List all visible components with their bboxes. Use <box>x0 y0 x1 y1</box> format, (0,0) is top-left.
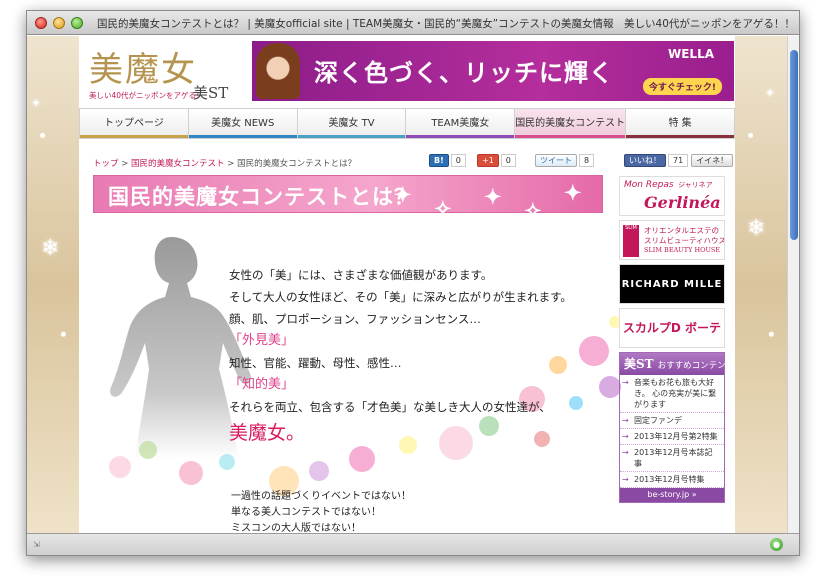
recommended-footer-link[interactable]: be-story.jp » <box>620 488 724 502</box>
recommended-title: おすすめコンテンツ <box>657 361 735 371</box>
statement-line: ミスコンの大人版ではない！ <box>231 523 361 533</box>
mixi-check-button[interactable]: イイネ！ <box>691 153 734 167</box>
sparkle-icon: ✦ <box>394 182 413 207</box>
page-title: 国民的美魔女コンテストとは？ <box>108 184 416 209</box>
status-indicator-icon[interactable]: ● <box>770 538 783 551</box>
google-plus-button[interactable]: +1 <box>477 153 499 167</box>
sparkle-icon: ✦ <box>31 96 42 110</box>
site-logo[interactable]: 美魔女 美しい40代がニッポンをアゲる！ 美ST <box>89 42 239 112</box>
nav-item-news[interactable]: 美魔女 NEWS <box>187 108 297 139</box>
facebook-like-button[interactable]: いいね！ <box>624 153 666 167</box>
minimize-window-button[interactable] <box>53 17 65 29</box>
recommended-item[interactable]: 2013年12月号本誌記事 <box>620 445 724 472</box>
breadcrumb: トップ > 国民的美魔女コンテスト > 国民的美魔女コンテストとは？ <box>93 157 356 169</box>
nav-item-team[interactable]: TEAM美魔女 <box>405 108 515 139</box>
right-decoration: ❄ ✦ <box>735 36 787 533</box>
recommended-logo: 美ST <box>624 357 654 371</box>
nav-item-top[interactable]: トップページ <box>79 108 188 139</box>
breadcrumb-separator: > <box>224 159 238 169</box>
recommended-item[interactable]: 固定ファンデ <box>620 413 724 429</box>
hatena-bookmark-button[interactable]: B! <box>429 153 449 167</box>
logo-tagline: 美しい40代がニッポンをアゲる！ <box>89 91 204 100</box>
intro-highlight: 「外見美」 <box>229 333 295 348</box>
breadcrumb-section[interactable]: 国民的美魔女コンテスト <box>131 159 225 169</box>
window-title: 国民的美魔女コンテストとは？ | 美魔女official site | TEAM… <box>97 18 791 30</box>
breadcrumb-home[interactable]: トップ <box>93 159 119 169</box>
page-title-banner: 国民的美魔女コンテストとは？ ✦ ✧ ✦ ✧ ✦ <box>93 175 603 223</box>
page-content: 美魔女 美しい40代がニッポンをアゲる！ 美ST 深く色づく、リッチに輝く WE… <box>79 36 735 533</box>
page-viewport: ❄ ✦ ❄ ✦ 美魔女 美しい40代がニッポンをアゲる！ 美ST 深く色づく、リ… <box>27 36 799 533</box>
intro-highlight: 「知的美」 <box>229 377 295 392</box>
zoom-window-button[interactable] <box>71 17 83 29</box>
banner-text: 深く色づく、リッチに輝く <box>314 59 614 87</box>
ad-scalp-d[interactable]: スカルプD ボーテ <box>619 308 725 348</box>
bubble-decoration <box>109 456 131 478</box>
statement-line: 一過性の話題づくりイベントではない！ <box>231 491 411 502</box>
ad-gerlinea[interactable]: Mon Repas ジャリネア Gerlinéa <box>619 176 725 216</box>
ad-banner[interactable]: 深く色づく、リッチに輝く WELLA 今すぐチェック! <box>252 41 734 101</box>
google-plus-count: 0 <box>500 153 516 167</box>
recommended-item[interactable]: 2013年12月号特集 <box>620 472 724 488</box>
twitter-share: ツイート 8 <box>535 153 595 167</box>
logo-st: 美ST <box>193 84 229 102</box>
intro-line: そして大人の女性ほど、その「美」に深みと広がりが生まれます。 <box>229 290 572 304</box>
bubble-decoration <box>309 461 329 481</box>
intro-line: それらを両立、包含する「才色美」な美しき大人の女性達が、 <box>229 400 551 414</box>
recommended-contents: 美STおすすめコンテンツ 音楽もお花も旅も大好き。 心の充実が美に繋がります 固… <box>619 352 734 503</box>
ad-slim-line: スリムビューティハウス <box>644 236 725 245</box>
intro-line: 知性、官能、躍動、母性、感性… <box>229 356 402 370</box>
facebook-like: いいね！ 71 イイネ！ <box>624 153 734 167</box>
sidebar: Mon Repas ジャリネア Gerlinéa SLIM オリエンタルエステの… <box>619 176 734 503</box>
sparkle-icon: ✦ <box>564 180 583 205</box>
resize-grip-icon[interactable]: ⇲ <box>33 540 43 550</box>
nav-item-contest[interactable]: 国民的美魔女コンテスト <box>514 108 626 139</box>
hatena-bookmark: B! 0 <box>429 153 466 167</box>
nav-item-tv[interactable]: 美魔女 TV <box>296 108 406 139</box>
sparkle-icon: ✧ <box>524 198 543 223</box>
bubble-decoration <box>179 461 203 485</box>
ad-richard-mille[interactable]: RICHARD MILLE <box>619 264 725 304</box>
recommended-item[interactable]: 2013年12月号第2特集 <box>620 429 724 445</box>
sparkle-icon: ✦ <box>484 184 503 209</box>
sparkle-icon: ✧ <box>434 196 453 221</box>
main-nav: トップページ 美魔女 NEWS 美魔女 TV TEAM美魔女 国民的美魔女コンテ… <box>79 108 735 139</box>
banner-cta-button[interactable]: 今すぐチェック! <box>642 78 722 95</box>
intro-conclusion: 美魔女。 <box>229 422 306 444</box>
slim-logo: SLIM <box>623 225 639 257</box>
ad-slim-beauty-house[interactable]: SLIM オリエンタルエステの スリムビューティハウス SLIM BEAUTY … <box>619 220 725 260</box>
recommended-item[interactable]: 音楽もお花も旅も大好き。 心の充実が美に繋がります <box>620 375 724 413</box>
facebook-like-count: 71 <box>668 153 689 167</box>
banner-brand: WELLA <box>667 47 714 61</box>
breadcrumb-current: 国民的美魔女コンテストとは？ <box>237 159 357 169</box>
breadcrumb-separator: > <box>118 159 132 169</box>
snowflake-icon: ❄ <box>747 216 766 241</box>
ad-gerlinea-logo: Gerlinéa <box>644 193 721 212</box>
tweet-count: 8 <box>579 153 595 167</box>
hatena-count: 0 <box>450 153 466 167</box>
vertical-scrollbar[interactable] <box>787 36 799 533</box>
title-bar: 国民的美魔女コンテストとは？ | 美魔女official site | TEAM… <box>27 11 799 35</box>
snowflake-icon: ❄ <box>41 236 60 261</box>
browser-window: 国民的美魔女コンテストとは？ | 美魔女official site | TEAM… <box>26 10 800 556</box>
ad-gerlinea-sub: Mon Repas <box>624 180 674 190</box>
ad-gerlinea-kana: ジャリネア <box>678 181 713 189</box>
banner-model-image <box>256 43 300 99</box>
nav-item-feature[interactable]: 特 集 <box>625 108 735 139</box>
google-plus: +1 0 <box>477 153 516 167</box>
scrollbar-thumb[interactable] <box>790 50 798 240</box>
bubble-decoration <box>349 446 375 472</box>
ad-slim-line: SLIM BEAUTY HOUSE <box>644 246 721 254</box>
intro-line: 顔、肌、プロポーション、ファッションセンス… <box>229 312 481 326</box>
tweet-button[interactable]: ツイート <box>535 153 577 167</box>
intro-text: 女性の「美」には、さまざまな価値観があります。 そして大人の女性ほど、その「美」… <box>229 264 609 448</box>
status-bar: ⇲ ● <box>27 533 799 555</box>
intro-line: 女性の「美」には、さまざまな価値観があります。 <box>229 268 493 282</box>
sparkle-icon: ✦ <box>765 86 776 100</box>
statement-text: 一過性の話題づくりイベントではない！ 単なる美人コンテストではない！ ミスコンの… <box>231 489 411 533</box>
close-window-button[interactable] <box>35 17 47 29</box>
left-decoration: ❄ ✦ <box>27 36 79 533</box>
recommended-header: 美ST おすすめコンテンツ <box>620 353 734 375</box>
statement-line: 単なる美人コンテストではない！ <box>231 507 381 518</box>
